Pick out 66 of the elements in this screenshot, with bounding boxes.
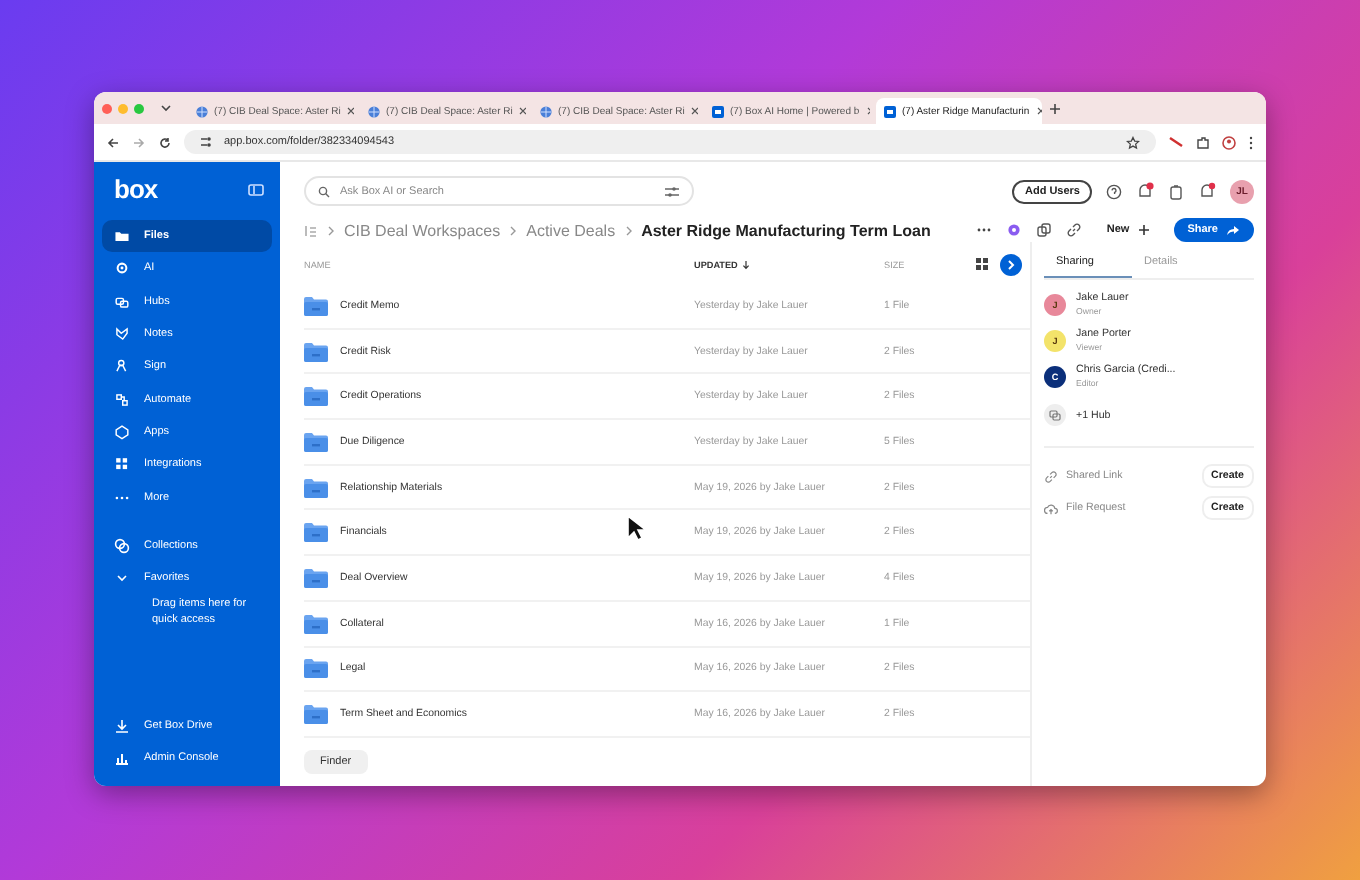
folder-icon xyxy=(304,613,328,634)
bar-chart-icon xyxy=(114,749,130,766)
link-icon[interactable] xyxy=(1066,222,1083,238)
box-logo-icon xyxy=(884,105,896,117)
globe-icon xyxy=(368,105,380,117)
folder-icon xyxy=(304,386,328,407)
chevron-down-icon xyxy=(114,570,130,587)
close-icon[interactable] xyxy=(690,106,698,116)
collapse-sidebar-icon[interactable] xyxy=(248,183,264,195)
share-arrow-icon xyxy=(1226,224,1240,236)
close-icon[interactable] xyxy=(346,106,354,116)
logo[interactable]: box xyxy=(114,174,158,204)
cloud-upload-icon xyxy=(1044,501,1058,515)
search-icon xyxy=(318,185,330,197)
sort-down-icon[interactable] xyxy=(741,259,750,269)
workflow-icon xyxy=(114,391,130,408)
site-settings-icon[interactable] xyxy=(200,136,212,148)
globe-icon xyxy=(540,105,552,117)
hubs-icon xyxy=(1044,404,1066,426)
copy-icon[interactable] xyxy=(1036,222,1053,238)
notification-icon[interactable] xyxy=(1198,182,1216,200)
chevron-down-icon[interactable] xyxy=(158,102,174,114)
reload-icon[interactable] xyxy=(158,135,172,149)
back-icon[interactable] xyxy=(106,135,120,149)
plus-icon[interactable] xyxy=(1048,101,1062,115)
box-logo-icon xyxy=(712,105,724,117)
filter-icon[interactable] xyxy=(664,185,680,197)
folder-icon xyxy=(304,295,328,316)
gear-icon xyxy=(114,260,130,277)
breadcrumb[interactable]: Aster Ridge Manufacturing Term Loan xyxy=(641,221,931,239)
clipboard-icon[interactable] xyxy=(1168,183,1184,199)
download-icon xyxy=(114,717,130,734)
folder-icon xyxy=(304,431,328,452)
notes-icon xyxy=(114,326,130,343)
folder-icon xyxy=(304,658,328,679)
cursor-icon xyxy=(626,514,646,542)
plus-icon xyxy=(1137,224,1150,236)
folder-icon xyxy=(304,567,328,588)
folder-icon xyxy=(304,522,328,543)
globe-icon xyxy=(196,105,208,117)
breadcrumb[interactable]: CIB Deal Workspaces xyxy=(344,221,501,239)
bell-icon[interactable] xyxy=(1136,182,1154,200)
grid-icon xyxy=(114,456,130,473)
folder-icon xyxy=(114,228,130,245)
chevron-right-icon xyxy=(623,223,634,237)
close-icon[interactable] xyxy=(1035,106,1042,116)
more-icon[interactable] xyxy=(976,226,993,234)
chevron-right-icon xyxy=(508,223,519,237)
gear-icon[interactable] xyxy=(1006,222,1023,238)
star-icon[interactable] xyxy=(1126,135,1140,149)
menu-icon[interactable] xyxy=(1248,135,1254,149)
person-icon xyxy=(114,358,130,375)
chevron-right-icon xyxy=(326,223,336,237)
close-icon[interactable] xyxy=(518,106,526,116)
expand-panel-icon[interactable] xyxy=(1000,253,1022,275)
collections-icon xyxy=(114,537,130,554)
folder-icon xyxy=(304,341,328,362)
link-icon xyxy=(1044,469,1058,483)
folder-icon xyxy=(304,477,328,498)
hexagon-icon xyxy=(114,423,130,440)
breadcrumb[interactable]: Active Deals xyxy=(526,221,616,239)
profile-icon[interactable] xyxy=(1222,135,1236,149)
help-icon[interactable] xyxy=(1106,183,1122,199)
hubs-icon xyxy=(114,293,130,310)
folder-icon xyxy=(304,704,328,725)
grid-view-icon[interactable] xyxy=(976,258,988,270)
